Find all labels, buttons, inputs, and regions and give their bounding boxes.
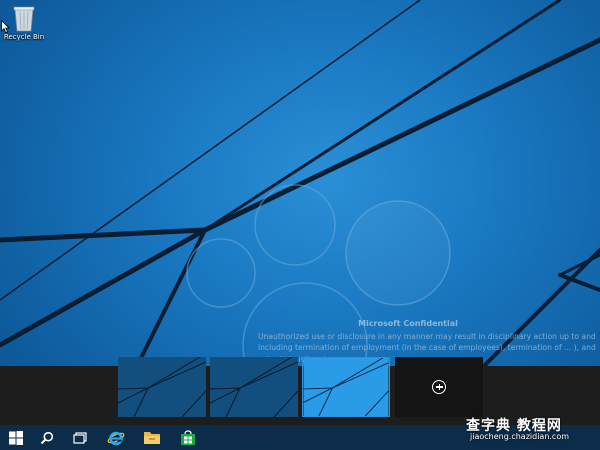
add-desktop-button[interactable] — [395, 357, 483, 417]
desktop-thumbnail-preview — [303, 358, 389, 416]
desktop-thumbnail-preview — [118, 357, 206, 417]
search-icon — [40, 431, 54, 444]
search-button[interactable] — [31, 425, 63, 450]
watermark-url-text: jiaocheng.chazidian.com — [470, 432, 570, 441]
start-button[interactable] — [0, 425, 32, 450]
windows-logo-icon — [9, 430, 23, 445]
plus-circle-icon — [432, 380, 446, 394]
site-watermark: 查字典 教程网 jiaocheng.chazidian.com — [466, 415, 600, 450]
desktop-thumbnail-preview — [210, 357, 298, 417]
store-icon — [181, 429, 195, 445]
confidential-title: Microsoft Confidential — [358, 319, 458, 328]
virtual-desktop-thumbnail-1[interactable] — [118, 357, 206, 417]
task-view-icon — [73, 431, 87, 444]
file-explorer-button[interactable] — [136, 425, 168, 450]
store-button[interactable] — [172, 425, 204, 450]
virtual-desktop-thumbnail-3[interactable] — [302, 357, 390, 417]
internet-explorer-button[interactable] — [100, 425, 132, 450]
virtual-desktop-thumbnail-2[interactable] — [210, 357, 298, 417]
internet-explorer-icon — [107, 431, 125, 445]
task-view-button[interactable] — [64, 425, 96, 450]
file-explorer-icon — [144, 432, 160, 444]
mouse-cursor-icon — [1, 20, 10, 34]
recycle-bin-label: Recycle Bin — [3, 33, 45, 41]
recycle-bin-icon — [13, 6, 35, 32]
